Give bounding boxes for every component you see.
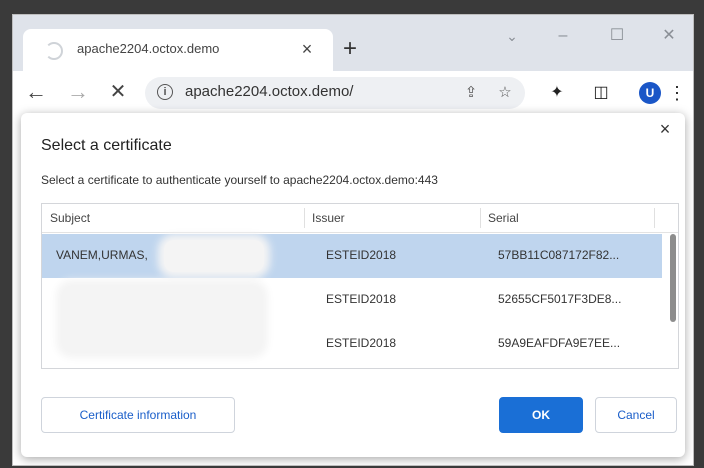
tab-active[interactable]: apache2204.octox.demo ×: [23, 29, 333, 71]
extensions-icon[interactable]: ✦: [543, 79, 571, 107]
redacted-region: [164, 240, 264, 272]
table-header: Subject Issuer Serial: [42, 204, 678, 233]
column-divider: [480, 208, 481, 228]
browser-window: apache2204.octox.demo × + ⌄ – ☐ ✕ ← → ✕ …: [12, 14, 694, 466]
column-header-serial[interactable]: Serial: [488, 211, 519, 225]
column-divider: [304, 208, 305, 228]
loading-spinner-icon: [45, 42, 63, 60]
cell-issuer: ESTEID2018: [326, 248, 397, 262]
forward-button[interactable]: →: [63, 77, 93, 107]
address-bar[interactable]: i apache2204.octox.demo/ ⇪ ☆: [145, 77, 525, 109]
window-close-button[interactable]: ✕: [649, 21, 689, 51]
cell-subject: VANEM,URMAS,: [56, 248, 148, 262]
column-header-issuer[interactable]: Issuer: [312, 211, 345, 225]
side-panel-icon[interactable]: ◫: [587, 79, 615, 107]
column-divider: [654, 208, 655, 228]
dialog-title: Select a certificate: [41, 137, 172, 154]
new-tab-button[interactable]: +: [335, 34, 365, 64]
tab-title: apache2204.octox.demo: [77, 41, 220, 56]
back-button[interactable]: ←: [21, 77, 51, 107]
share-icon[interactable]: ⇪: [459, 81, 483, 105]
certificate-table: Subject Issuer Serial VANEM,URMAS, ESTEI…: [41, 203, 679, 369]
toolbar: ← → ✕ i apache2204.octox.demo/ ⇪ ☆ ✦ ◫ U…: [13, 71, 693, 115]
cell-issuer: ESTEID2018: [326, 336, 397, 350]
tab-strip: apache2204.octox.demo × + ⌄ – ☐ ✕: [13, 15, 693, 71]
stop-button[interactable]: ✕: [103, 77, 133, 107]
certificate-information-button[interactable]: Certificate information: [41, 397, 235, 433]
tab-search-icon[interactable]: ⌄: [501, 25, 523, 47]
cell-issuer: ESTEID2018: [326, 292, 397, 306]
certificate-dialog: × Select a certificate Select a certific…: [21, 113, 685, 457]
dialog-close-button[interactable]: ×: [655, 119, 675, 139]
cancel-button[interactable]: Cancel: [595, 397, 677, 433]
table-scrollbar[interactable]: [670, 234, 676, 322]
dialog-description: Select a certificate to authenticate you…: [41, 173, 438, 187]
redacted-region: [62, 286, 262, 352]
more-menu-icon[interactable]: ⋮: [667, 79, 687, 107]
tab-close-button[interactable]: ×: [295, 37, 319, 61]
bookmark-star-icon[interactable]: ☆: [493, 81, 517, 105]
table-row[interactable]: VANEM,URMAS, ESTEID2018 57BB11C087172F82…: [42, 234, 662, 278]
minimize-button[interactable]: –: [543, 21, 583, 51]
site-info-icon[interactable]: i: [157, 84, 173, 100]
cell-serial: 57BB11C087172F82...: [498, 248, 620, 262]
profile-avatar[interactable]: U: [639, 82, 661, 104]
url-text[interactable]: apache2204.octox.demo/: [185, 83, 353, 100]
cell-serial: 59A9EAFDFA9E7EE...: [498, 336, 621, 350]
ok-button[interactable]: OK: [499, 397, 583, 433]
maximize-button[interactable]: ☐: [597, 21, 637, 51]
cell-serial: 52655CF5017F3DE8...: [498, 292, 622, 306]
column-header-subject[interactable]: Subject: [50, 211, 90, 225]
